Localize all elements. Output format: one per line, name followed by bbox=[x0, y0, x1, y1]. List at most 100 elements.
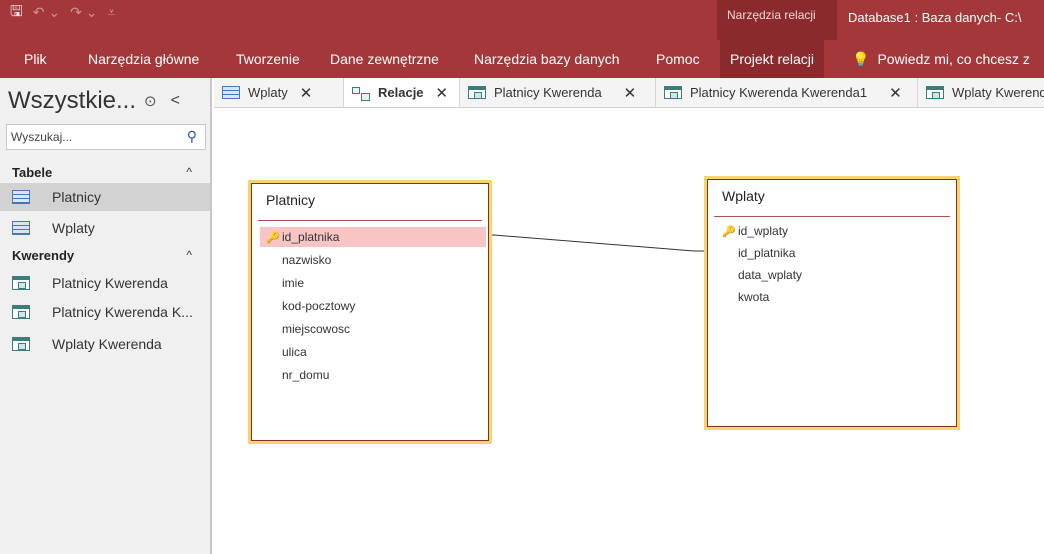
query-icon bbox=[12, 337, 30, 351]
doc-tab-label: Platnicy Kwerenda bbox=[494, 85, 602, 100]
nav-item-platnicy-kwerenda-k[interactable]: Platnicy Kwerenda K... bbox=[0, 298, 210, 326]
key-icon: 🔑 bbox=[266, 231, 280, 244]
chevron-left-icon[interactable]: < bbox=[171, 92, 180, 110]
field-name: imie bbox=[282, 276, 305, 290]
nav-item-platnicy[interactable]: Platnicy bbox=[0, 183, 210, 211]
nav-title[interactable]: Wszystkie... bbox=[8, 87, 136, 115]
customize-icon[interactable]: ⩡ bbox=[108, 4, 116, 20]
save-icon[interactable]: 🖫 bbox=[10, 4, 23, 20]
table-box-frame: Platnicy 🔑 id_platnika nazwisko imie kod… bbox=[251, 183, 489, 441]
doc-tab-label: Wplaty Kwerend bbox=[952, 85, 1044, 100]
nav-search-box: ⚲ bbox=[6, 124, 206, 150]
query-icon bbox=[12, 305, 30, 319]
close-icon[interactable]: ✕ bbox=[889, 84, 902, 102]
field-name: kod-pocztowy bbox=[282, 299, 356, 313]
quick-access-toolbar: 🖫 ↶ ⌄ ↷ ⌄ ⩡ bbox=[10, 4, 116, 21]
nav-group-tables[interactable]: Tabele ^ bbox=[0, 161, 210, 183]
nav-item-label: Platnicy Kwerenda bbox=[52, 275, 168, 291]
query-icon bbox=[664, 86, 682, 99]
nav-header: Wszystkie... ⊙ < bbox=[8, 84, 204, 118]
doc-tab-platnicy-kwerenda-kwerenda1[interactable]: Platnicy Kwerenda Kwerenda1 ✕ bbox=[656, 78, 918, 107]
field-name: data_wplaty bbox=[738, 268, 803, 282]
context-group-title: Narzędzia relacji bbox=[727, 8, 816, 22]
field-row[interactable]: miejscowosc bbox=[260, 319, 350, 339]
field-name: nazwisko bbox=[282, 253, 332, 267]
nav-item-wplaty[interactable]: Wplaty bbox=[0, 214, 210, 242]
tab-external-data[interactable]: Dane zewnętrzne bbox=[330, 40, 439, 78]
field-name: id_platnika bbox=[738, 246, 796, 260]
nav-item-label: Platnicy Kwerenda K... bbox=[52, 304, 193, 320]
close-icon[interactable]: ✕ bbox=[624, 84, 637, 102]
query-icon bbox=[926, 86, 944, 99]
doc-tab-label: Relacje bbox=[378, 85, 424, 100]
document-title: Database1 : Baza danych- C:\ bbox=[848, 10, 1022, 25]
field-name: miejscowosc bbox=[282, 322, 351, 336]
table-box-wplaty[interactable]: Wplaty 🔑 id_wplaty id_platnika data_wpla… bbox=[704, 176, 960, 430]
table-box-divider bbox=[258, 220, 482, 221]
table-box-frame: Wplaty 🔑 id_wplaty id_platnika data_wpla… bbox=[707, 179, 957, 427]
redo-icon[interactable]: ↷ ⌄ bbox=[70, 4, 97, 20]
doc-tab-label: Platnicy Kwerenda Kwerenda1 bbox=[690, 85, 868, 100]
search-icon[interactable]: ⚲ bbox=[187, 128, 197, 145]
tell-me-box[interactable]: 💡 Powiedz mi, co chcesz z bbox=[852, 40, 1030, 78]
field-row[interactable]: nazwisko bbox=[260, 250, 331, 270]
tab-file[interactable]: Plik bbox=[24, 40, 47, 78]
doc-tab-platnicy-kwerenda[interactable]: Platnicy Kwerenda ✕ bbox=[460, 78, 656, 107]
close-icon[interactable]: ✕ bbox=[436, 84, 449, 102]
table-box-divider bbox=[714, 216, 950, 217]
field-row[interactable]: id_platnika bbox=[716, 243, 795, 263]
nav-item-label: Wplaty bbox=[52, 220, 95, 236]
relationships-canvas[interactable]: Platnicy 🔑 id_platnika nazwisko imie kod… bbox=[214, 108, 1044, 554]
field-name: id_wplaty bbox=[738, 224, 789, 238]
nav-item-platnicy-kwerenda[interactable]: Platnicy Kwerenda bbox=[0, 269, 210, 297]
chevron-up-icon[interactable]: ^ bbox=[186, 165, 192, 179]
query-icon bbox=[468, 86, 486, 99]
table-icon bbox=[12, 190, 30, 204]
chevron-up-icon[interactable]: ^ bbox=[186, 248, 192, 262]
nav-item-label: Platnicy bbox=[52, 189, 102, 205]
nav-group-queries[interactable]: Kwerendy ^ bbox=[0, 244, 210, 266]
table-box-title[interactable]: Platnicy bbox=[266, 192, 315, 208]
doc-tab-label: Wplaty bbox=[248, 85, 288, 100]
tell-me-text: Powiedz mi, co chcesz z bbox=[877, 51, 1030, 67]
nav-group-label: Tabele bbox=[12, 164, 53, 180]
doc-tab-relacje[interactable]: Relacje ✕ bbox=[344, 78, 460, 107]
relationship-line[interactable] bbox=[484, 234, 704, 252]
tab-help[interactable]: Pomoc bbox=[656, 40, 700, 78]
table-icon bbox=[222, 86, 240, 99]
field-name: ulica bbox=[282, 345, 307, 359]
table-box-platnicy[interactable]: Platnicy 🔑 id_platnika nazwisko imie kod… bbox=[248, 180, 492, 444]
close-icon[interactable]: ✕ bbox=[300, 84, 313, 102]
field-row[interactable]: ulica bbox=[260, 342, 307, 362]
doc-tab-wplaty-kwerenda[interactable]: Wplaty Kwerend bbox=[918, 78, 1044, 107]
search-input[interactable] bbox=[11, 126, 179, 148]
field-row[interactable]: nr_domu bbox=[260, 365, 329, 385]
lightbulb-icon: 💡 bbox=[852, 50, 870, 67]
table-box-title[interactable]: Wplaty bbox=[722, 188, 765, 204]
field-row[interactable]: 🔑 id_platnika bbox=[260, 227, 486, 247]
nav-group-label: Kwerendy bbox=[12, 247, 75, 263]
undo-icon[interactable]: ↶ ⌄ bbox=[33, 4, 60, 20]
ribbon-tabs: Plik Narzędzia główne Tworzenie Dane zew… bbox=[0, 40, 1044, 78]
nav-item-wplaty-kwerenda[interactable]: Wplaty Kwerenda bbox=[0, 330, 210, 358]
field-row[interactable]: kod-pocztowy bbox=[260, 296, 355, 316]
title-bar: 🖫 ↶ ⌄ ↷ ⌄ ⩡ Narzędzia relacji Database1 … bbox=[0, 0, 1044, 40]
nav-item-label: Wplaty Kwerenda bbox=[52, 336, 162, 352]
tab-database-tools[interactable]: Narzędzia bazy danych bbox=[474, 40, 620, 78]
tab-home[interactable]: Narzędzia główne bbox=[88, 40, 199, 78]
field-row[interactable]: 🔑 id_wplaty bbox=[716, 221, 788, 241]
field-name: id_platnika bbox=[282, 230, 340, 244]
navigation-pane: Wszystkie... ⊙ < ⚲ Tabele ^ Platnicy Wpl… bbox=[0, 78, 212, 554]
doc-tab-wplaty[interactable]: Wplaty ✕ bbox=[214, 78, 344, 107]
query-icon bbox=[12, 276, 30, 290]
nav-menu-icon[interactable]: ⊙ bbox=[144, 92, 157, 110]
tab-create[interactable]: Tworzenie bbox=[236, 40, 300, 78]
tab-relationship-design[interactable]: Projekt relacji bbox=[720, 40, 825, 78]
document-tabs: Wplaty ✕ Relacje ✕ Platnicy Kwerenda ✕ P… bbox=[214, 78, 1044, 108]
field-name: nr_domu bbox=[282, 368, 330, 382]
table-icon bbox=[12, 221, 30, 235]
field-row[interactable]: data_wplaty bbox=[716, 265, 802, 285]
relationships-icon bbox=[352, 86, 370, 101]
field-row[interactable]: imie bbox=[260, 273, 304, 293]
field-row[interactable]: kwota bbox=[716, 287, 769, 307]
